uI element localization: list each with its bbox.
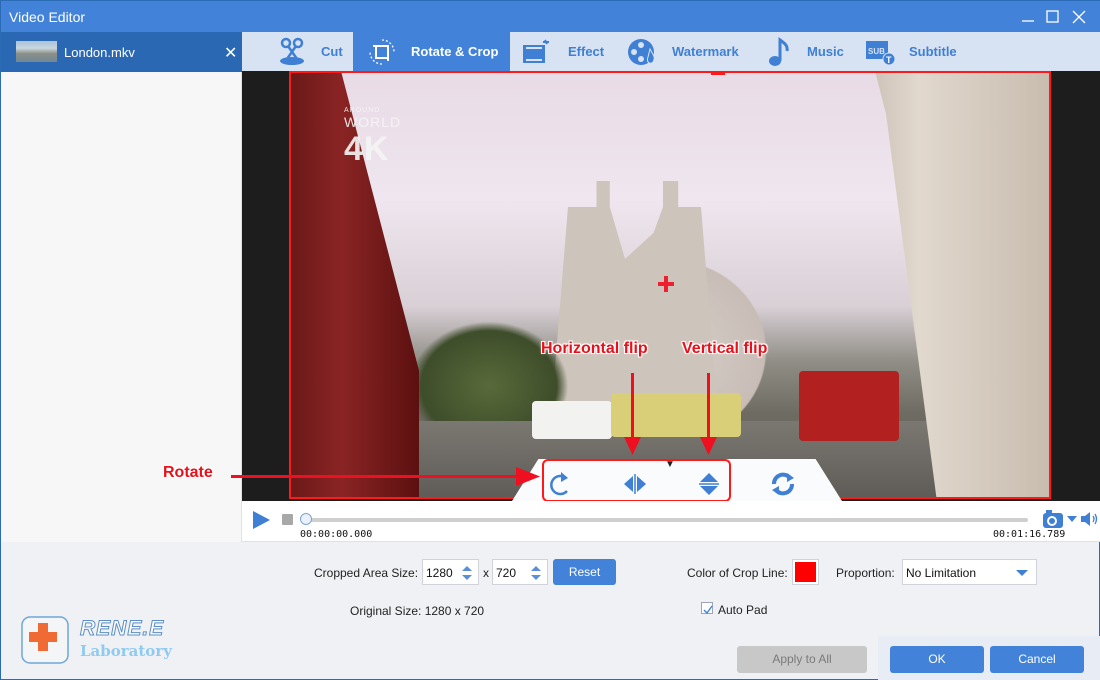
annotation-horizontal-flip: Horizontal flip [541, 340, 648, 357]
spinner-arrows-icon[interactable] [462, 564, 472, 582]
play-icon[interactable] [251, 510, 271, 530]
check-icon [703, 605, 713, 615]
minimize-icon[interactable] [1018, 7, 1038, 27]
tab-label: Cut [321, 44, 343, 59]
end-time: 00:01:16.789 [993, 529, 1066, 540]
red-bus-shape [799, 371, 899, 441]
tab-label: Subtitle [909, 44, 957, 59]
proportion-select[interactable]: No Limitation [902, 559, 1037, 585]
annotation-arrow [631, 373, 634, 441]
annotation-rotate: Rotate [163, 464, 213, 481]
crop-height-input[interactable]: 720 [492, 559, 548, 585]
rene-e-logo: RENE.E Laboratory [20, 615, 172, 665]
annotation-arrowhead [624, 437, 641, 455]
tab-label: Effect [568, 44, 605, 59]
annotation-arrow [707, 373, 710, 441]
effect-film-icon [523, 39, 549, 63]
crop-height-value: 720 [496, 566, 517, 580]
playback-bar: 00:00:00.000 00:01:16.789 [242, 501, 1100, 542]
flip-controls-highlight [542, 459, 731, 502]
tab-effect[interactable]: Effect [510, 32, 610, 71]
window-title: Video Editor [9, 9, 86, 25]
file-name: London.mkv [64, 45, 135, 60]
volume-icon[interactable] [1080, 511, 1100, 527]
watermark-mid: WORLD [344, 114, 402, 130]
scissors-icon [280, 37, 304, 65]
logo-cross-icon [21, 616, 69, 664]
remove-file-icon[interactable]: ✕ [224, 43, 237, 63]
annotation-vertical-flip: Vertical flip [682, 340, 768, 357]
apply-to-all-button[interactable]: Apply to All [737, 646, 867, 673]
crop-width-input[interactable]: 1280 [422, 559, 479, 585]
maximize-icon[interactable] [1043, 7, 1063, 27]
video-preview: AROUND WORLD 4K ▼ [242, 71, 1100, 502]
logo-sub: Laboratory [80, 642, 172, 660]
watermark-reel-icon [628, 39, 655, 65]
music-note-icon [769, 37, 789, 66]
tab-watermark[interactable]: Watermark [622, 32, 752, 71]
auto-pad-checkbox[interactable] [701, 602, 713, 615]
ok-button[interactable]: OK [890, 646, 984, 673]
annotation-arrow [231, 475, 521, 478]
tab-music[interactable]: Music [762, 32, 862, 71]
camera-snapshot-icon[interactable] [1042, 509, 1064, 529]
original-size-label: Original Size: 1280 x 720 [350, 604, 485, 618]
watermark-small: AROUND [344, 107, 381, 114]
video-editor-window: Video Editor London.mkv ✕ Cut Rotate & C… [0, 0, 1100, 680]
crop-center-marker[interactable] [658, 276, 674, 292]
video-thumbnail [16, 41, 57, 62]
stop-icon[interactable] [282, 514, 293, 525]
dropdown-arrow-icon [1016, 570, 1028, 576]
cancel-button[interactable]: Cancel [990, 646, 1084, 673]
tab-label: Music [807, 44, 844, 59]
crop-line-color-swatch[interactable] [792, 559, 819, 585]
auto-pad-label: Auto Pad [718, 603, 768, 617]
annotation-arrowhead [516, 467, 540, 486]
snapshot-dropdown-icon[interactable] [1067, 516, 1077, 522]
tool-tabs: Cut Rotate & Crop Effect Watermark Music… [242, 32, 1100, 71]
crop-width-value: 1280 [426, 566, 453, 580]
reset-button[interactable]: Reset [553, 559, 616, 585]
tab-label: Rotate & Crop [411, 44, 499, 59]
file-list-item[interactable]: London.mkv ✕ [1, 32, 242, 72]
tab-subtitle[interactable]: SUB T Subtitle [862, 32, 992, 71]
timeline-knob[interactable] [300, 513, 312, 525]
logo-brand: RENE.E [79, 617, 165, 641]
video-watermark: AROUND WORLD 4K [344, 107, 401, 169]
proportion-label: Proportion: [836, 566, 895, 580]
white-bus-shape [532, 401, 612, 439]
color-fill [795, 562, 816, 582]
crop-line-color-label: Color of Crop Line: [687, 566, 788, 580]
tab-label: Watermark [672, 44, 739, 59]
title-bar: Video Editor [1, 1, 1100, 32]
dimension-separator: x [483, 566, 489, 580]
annotation-arrowhead [700, 437, 717, 455]
cropped-area-label: Cropped Area Size: [314, 566, 419, 580]
subtitle-icon: SUBT [866, 41, 895, 66]
close-icon[interactable] [1069, 7, 1089, 27]
proportion-value: No Limitation [906, 566, 977, 580]
timeline-track[interactable] [304, 518, 1028, 522]
svg-text:SUB: SUB [868, 47, 885, 56]
tab-rotate-crop[interactable]: Rotate & Crop [353, 32, 510, 71]
reset-rotation-icon[interactable] [768, 469, 798, 499]
rotate-crop-icon [369, 39, 395, 65]
spinner-arrows-icon[interactable] [531, 564, 541, 582]
current-time: 00:00:00.000 [300, 529, 373, 540]
watermark-big: 4K [344, 130, 390, 168]
svg-text:T: T [886, 55, 892, 65]
